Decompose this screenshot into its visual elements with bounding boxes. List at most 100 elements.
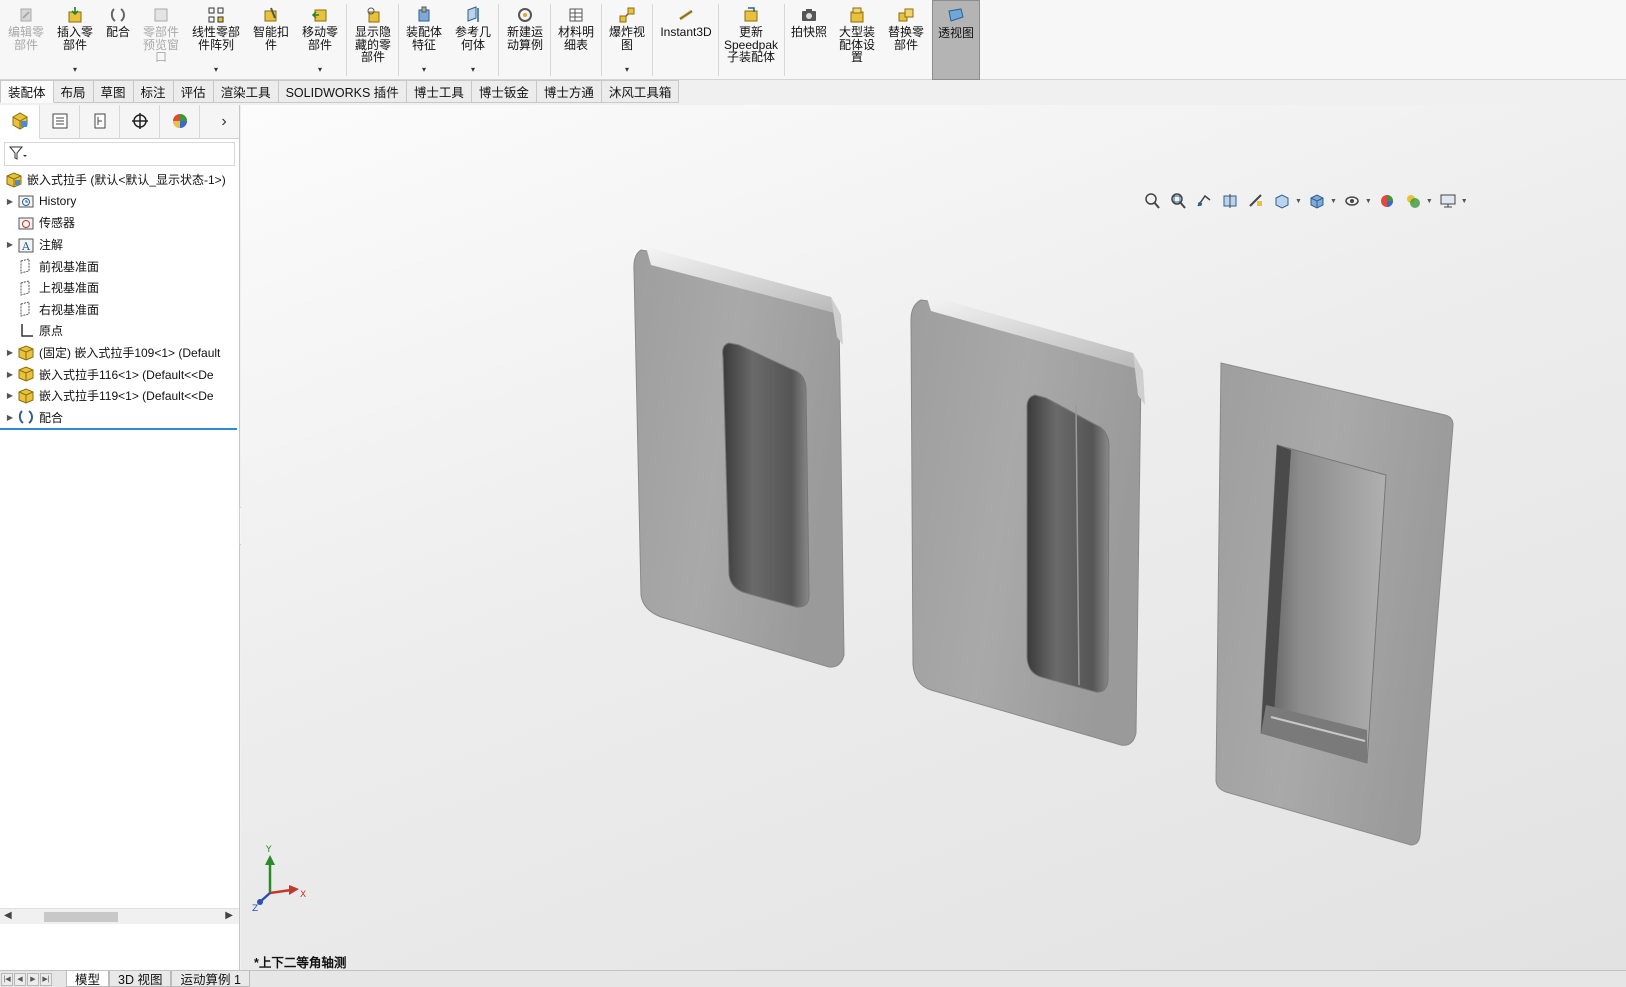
edit-component-button[interactable]: 编辑零 部件 (2, 0, 50, 80)
tab-motion-study-1[interactable]: 运动算例 1 (171, 971, 250, 987)
reference-geometry-dropdown[interactable]: ▾ (471, 65, 475, 74)
graphics-area[interactable]: Y X Z ▼ ▼ ▼ ▼ ▼ (241, 105, 1626, 970)
tree-horizontal-scrollbar[interactable]: ◀ ▶ (0, 908, 239, 924)
view-orientation-icon[interactable] (1271, 190, 1293, 212)
handle-part-1[interactable] (633, 247, 845, 668)
tree-item-root-assembly[interactable]: 嵌入式拉手 (默认<默认_显示状态-1>) (0, 169, 239, 191)
move-component-dropdown[interactable]: ▾ (318, 65, 322, 74)
move-component-button[interactable]: 移动零 部件 ▾ (296, 0, 344, 80)
tab-solidworks-addins[interactable]: SOLIDWORKS 插件 (278, 80, 407, 103)
tab-3d-views[interactable]: 3D 视图 (109, 971, 172, 987)
tree-item-top-plane[interactable]: 上视基准面 (0, 277, 239, 299)
tab-boshi-tools[interactable]: 博士工具 (406, 80, 472, 103)
tab-evaluate[interactable]: 评估 (173, 80, 214, 103)
edit-appearance-icon[interactable] (1376, 190, 1398, 212)
prev-tab-icon[interactable]: ◀ (14, 972, 26, 986)
perspective-button[interactable]: 透视图 (932, 0, 980, 80)
replace-component-button[interactable]: 替换零 部件 (882, 0, 930, 80)
scroll-right-icon[interactable]: ▶ (225, 910, 233, 921)
instant3d-button[interactable]: Instant3D (656, 0, 716, 80)
expand-arrow-icon[interactable]: ▶ (4, 413, 16, 422)
display-style-icon[interactable] (1306, 190, 1328, 212)
first-tab-icon[interactable]: |◀ (1, 972, 13, 986)
tree-item-part-119[interactable]: ▶ 嵌入式拉手119<1> (Default<<De (0, 385, 239, 407)
tab-sketch[interactable]: 草图 (93, 80, 134, 103)
tab-markup[interactable]: 标注 (133, 80, 174, 103)
take-snapshot-button[interactable]: 拍快照 (786, 0, 832, 80)
assembly-icon (4, 171, 24, 189)
tree-item-front-plane[interactable]: 前视基准面 (0, 255, 239, 277)
component-preview-button[interactable]: 零部件 预览窗 口 (138, 0, 184, 80)
insert-component-dropdown[interactable]: ▾ (73, 65, 77, 74)
tree-filter-box[interactable] (4, 142, 235, 166)
insert-component-button[interactable]: 插入零 部件 ▾ (52, 0, 98, 80)
expand-arrow-icon[interactable]: ▶ (4, 370, 16, 379)
scene-icon[interactable] (1402, 190, 1424, 212)
assembly-feature-dropdown[interactable]: ▾ (422, 65, 426, 74)
zoom-to-fit-icon[interactable] (1141, 190, 1163, 212)
mate-button[interactable]: 配合 (100, 0, 136, 80)
previous-view-icon[interactable] (1193, 190, 1215, 212)
view-settings-icon[interactable] (1437, 190, 1459, 212)
expand-arrow-icon[interactable]: ▶ (4, 240, 16, 249)
last-tab-icon[interactable]: ▶| (40, 972, 52, 986)
hide-show-icon[interactable] (1341, 190, 1363, 212)
ribbon-separator (398, 4, 399, 76)
scrollbar-thumb[interactable] (44, 912, 118, 922)
tab-feature-manager[interactable] (0, 105, 40, 139)
property-manager-icon (50, 111, 70, 134)
tree-item-history[interactable]: ▶ History (0, 191, 239, 213)
linear-pattern-dropdown[interactable]: ▾ (214, 65, 218, 74)
tab-boshi-sheetmetal[interactable]: 博士钣金 (471, 80, 537, 103)
dynamic-annotation-icon[interactable] (1245, 190, 1267, 212)
reference-geometry-button[interactable]: 参考几 何体 ▾ (450, 0, 496, 80)
tab-mufeng-toolbox[interactable]: 沐风工具箱 (601, 80, 680, 103)
handle-part-2[interactable] (910, 295, 1145, 746)
reference-geometry-icon (463, 6, 483, 24)
tab-configuration-manager[interactable] (80, 105, 120, 139)
ribbon-separator (601, 4, 602, 76)
expand-arrow-icon[interactable]: ▶ (4, 391, 16, 400)
tab-render-tools[interactable]: 渲染工具 (213, 80, 279, 103)
tab-property-manager[interactable] (40, 105, 80, 139)
zoom-area-icon[interactable] (1167, 190, 1189, 212)
scroll-left-icon[interactable]: ◀ (4, 910, 12, 921)
chevron-down-icon[interactable]: ▼ (1461, 198, 1468, 205)
tree-bottom-marker (0, 428, 237, 431)
large-assembly-icon (847, 6, 867, 24)
tree-item-annotations[interactable]: ▶ A 注解 (0, 234, 239, 256)
new-motion-study-button[interactable]: 新建运 动算例 (502, 0, 548, 80)
tab-boshi-tube[interactable]: 博士方通 (536, 80, 602, 103)
exploded-view-button[interactable]: 爆炸视 图 ▾ (604, 0, 650, 80)
expand-arrow-icon[interactable]: ▶ (4, 197, 16, 206)
bom-button[interactable]: 材料明 细表 (553, 0, 599, 80)
tab-dimxpert-manager[interactable] (120, 105, 160, 139)
show-hidden-components-button[interactable]: 显示隐 藏的零 部件 (350, 0, 396, 80)
handle-part-3[interactable] (1215, 362, 1454, 846)
tree-item-origin[interactable]: 原点 (0, 320, 239, 342)
instant3d-icon (676, 6, 696, 24)
next-tab-icon[interactable]: ▶ (27, 972, 39, 986)
linear-pattern-button[interactable]: 线性零部 件阵列 ▾ (186, 0, 246, 80)
smart-fastener-button[interactable]: 智能扣 件 (248, 0, 294, 80)
tree-item-part-109[interactable]: ▶ (固定) 嵌入式拉手109<1> (Default (0, 342, 239, 364)
chevron-down-icon[interactable]: ▼ (1295, 198, 1302, 205)
tab-assembly[interactable]: 装配体 (0, 80, 54, 103)
chevron-down-icon[interactable]: ▼ (1426, 198, 1433, 205)
tree-item-part-116[interactable]: ▶ 嵌入式拉手116<1> (Default<<De (0, 363, 239, 385)
expand-arrow-icon[interactable]: ▶ (4, 348, 16, 357)
chevron-down-icon[interactable]: ▼ (1365, 198, 1372, 205)
tab-display-manager[interactable] (160, 105, 200, 139)
tab-layout[interactable]: 布局 (53, 80, 94, 103)
chevron-down-icon[interactable]: ▼ (1330, 198, 1337, 205)
tree-item-sensors[interactable]: 传感器 (0, 212, 239, 234)
tree-item-right-plane[interactable]: 右视基准面 (0, 299, 239, 321)
assembly-feature-button[interactable]: 装配体 特征 ▾ (400, 0, 448, 80)
tab-model[interactable]: 模型 (66, 971, 110, 987)
section-view-icon[interactable] (1219, 190, 1241, 212)
exploded-view-dropdown[interactable]: ▾ (625, 65, 629, 74)
panel-tabs-more-button[interactable]: › (209, 105, 239, 138)
large-assembly-settings-button[interactable]: 大型装 配体设 置 (834, 0, 880, 80)
tree-item-mates[interactable]: ▶ 配合 (0, 407, 239, 429)
update-speedpak-button[interactable]: 更新 Speedpak 子装配体 (720, 0, 782, 80)
